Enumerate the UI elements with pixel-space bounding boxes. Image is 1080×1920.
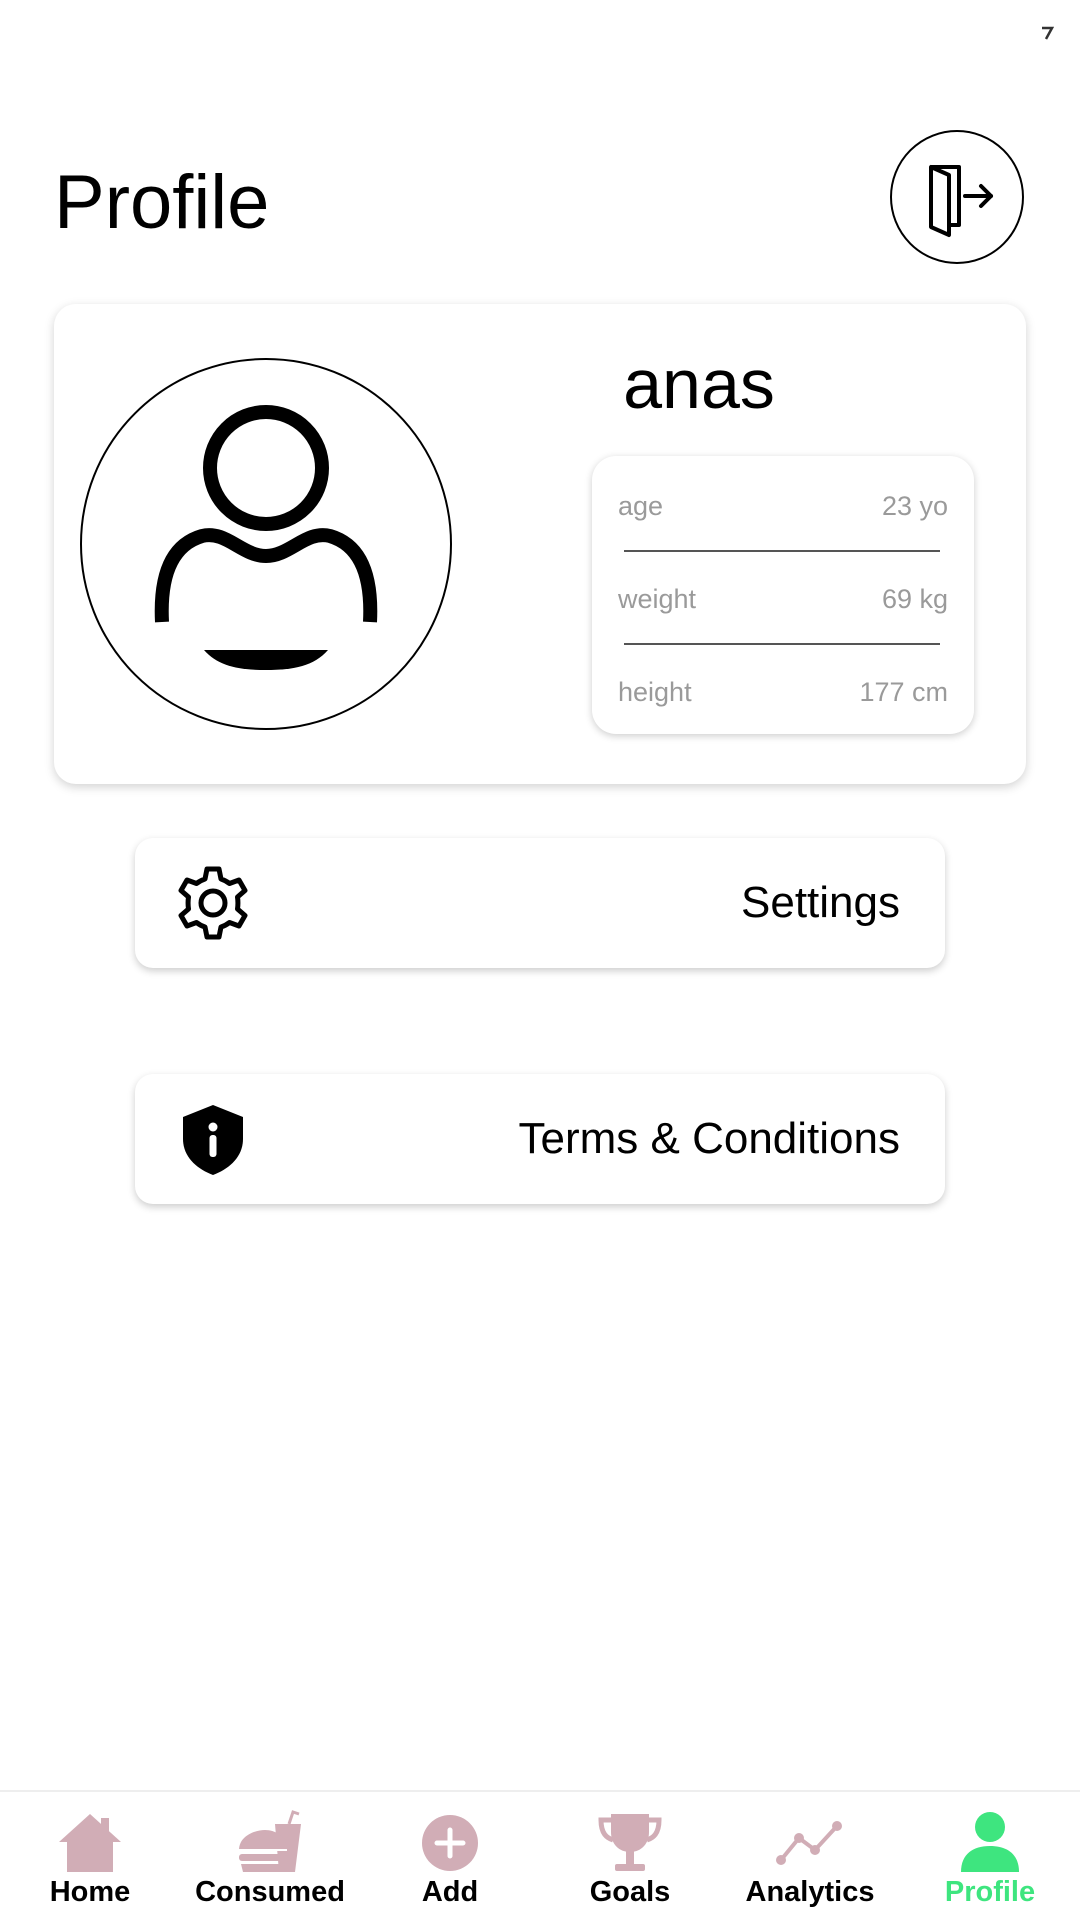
trophy-icon [595,1810,665,1876]
stat-value: 177 cm [859,676,948,707]
nav-label: Consumed [195,1876,345,1908]
stat-row-weight: weight 69 kg [618,579,948,619]
bottom-nav: Home Consumed Add Goals Analytics Profil… [0,1790,1080,1920]
settings-button[interactable]: Settings [135,838,945,968]
user-name: anas [623,345,775,423]
nav-label: Analytics [745,1876,875,1908]
stat-row-age: age 23 yo [618,486,948,526]
nav-label: Add [421,1876,479,1908]
nav-item-analytics[interactable]: Analytics [720,1792,900,1920]
nav-label: Home [49,1876,131,1908]
person-outline-icon [154,405,378,670]
fast-food-icon [235,1810,305,1876]
stat-divider [624,643,940,645]
nav-label: Goals [589,1876,671,1908]
shield-info-icon [173,1099,253,1179]
logout-icon [929,165,993,237]
nav-label: Profile [944,1876,1036,1908]
home-icon [55,1810,125,1876]
nav-item-consumed[interactable]: Consumed [180,1792,360,1920]
stat-value: 69 kg [881,583,948,614]
stat-divider [624,550,940,552]
nav-item-goals[interactable]: Goals [540,1792,720,1920]
terms-label: Terms & Conditions [518,1114,900,1163]
avatar [80,358,452,730]
profile-card: anas age 23 yo weight 69 kg height 177 c… [54,304,1026,784]
stat-label: weight [618,583,697,614]
stat-label: height [618,676,692,707]
status-icon [1042,26,1054,40]
stat-value: 23 yo [881,490,948,521]
page-title: Profile [54,160,270,245]
add-circle-icon [415,1810,485,1876]
person-icon [955,1810,1025,1876]
stats-box: age 23 yo weight 69 kg height 177 cm [592,456,974,734]
logout-button[interactable] [890,130,1024,264]
profile-screen: Profile anas age 23 yo weight 69 kg heig… [0,0,1080,1920]
stat-row-height: height 177 cm [618,672,948,712]
stat-label: age [618,490,664,521]
nav-item-profile[interactable]: Profile [900,1792,1080,1920]
settings-label: Settings [741,878,900,927]
terms-button[interactable]: Terms & Conditions [135,1074,945,1204]
nav-item-add[interactable]: Add [360,1792,540,1920]
analytics-icon [775,1810,845,1876]
nav-item-home[interactable]: Home [0,1792,180,1920]
gear-icon [173,863,253,943]
